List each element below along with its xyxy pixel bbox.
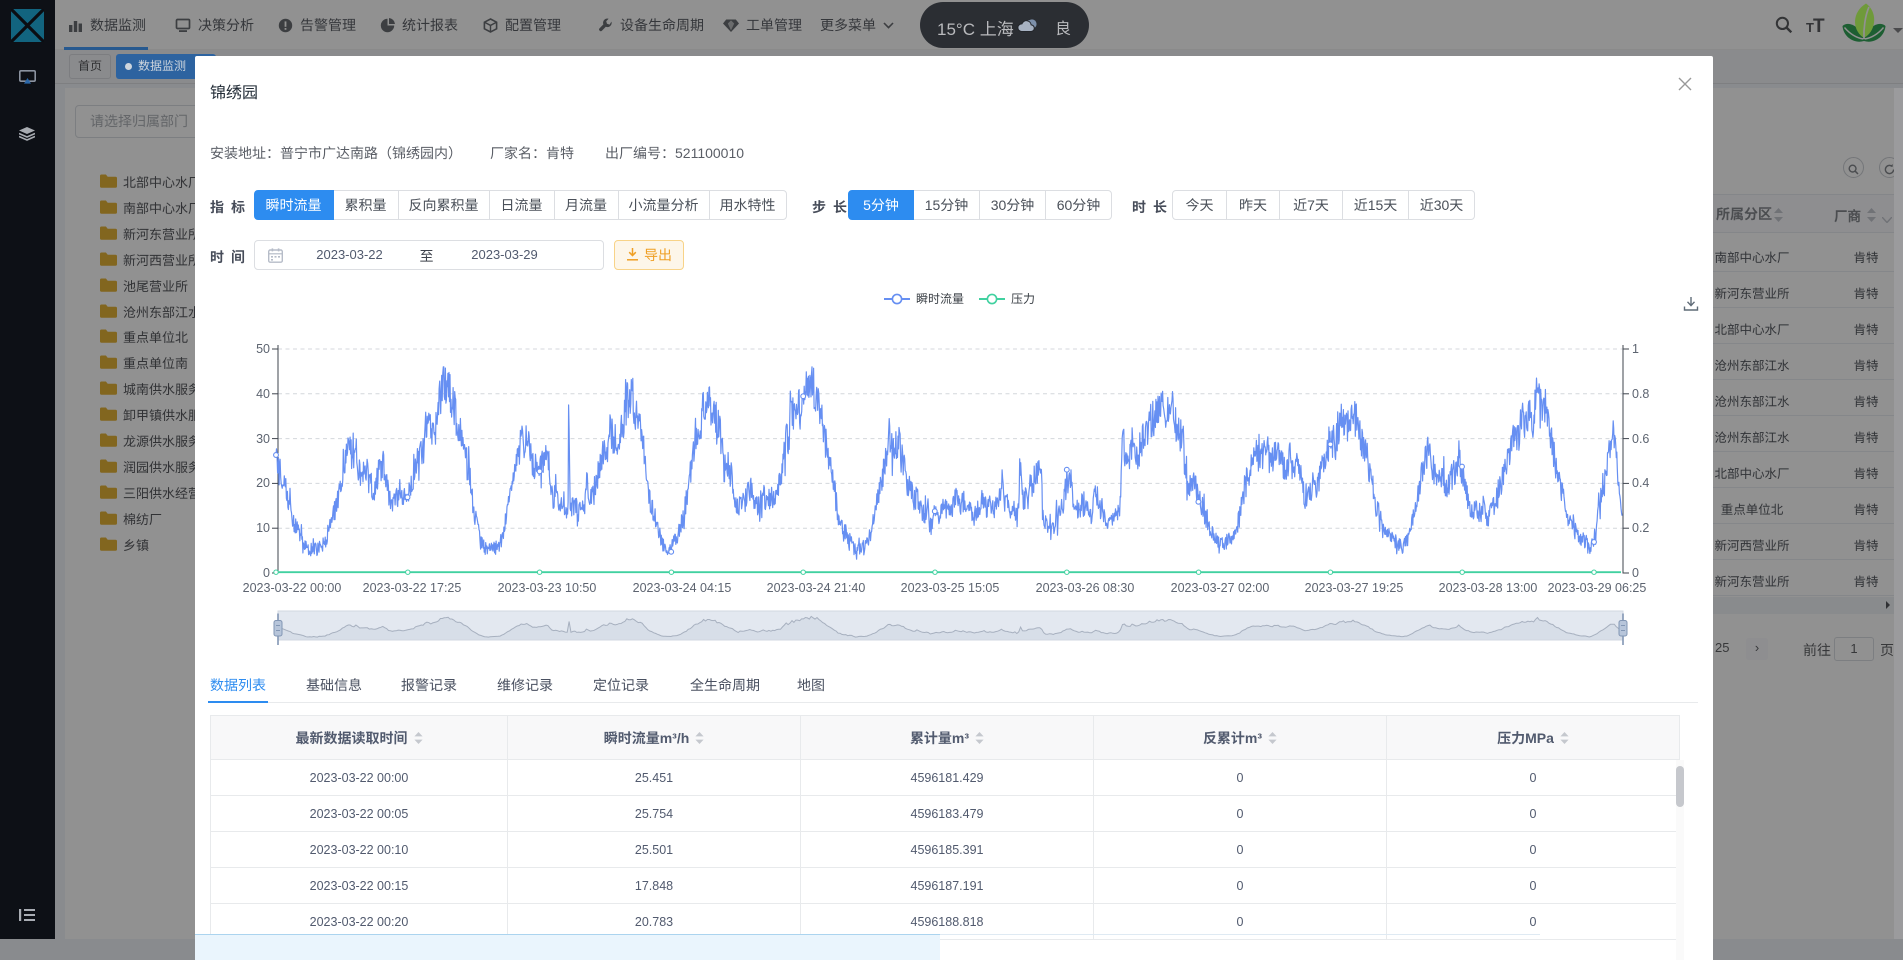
svg-text:2023-03-29 06:25: 2023-03-29 06:25 bbox=[1548, 581, 1647, 595]
svg-text:T: T bbox=[1813, 16, 1825, 35]
svg-text:2023-03-27 19:25: 2023-03-27 19:25 bbox=[1305, 581, 1404, 595]
svg-text:0.8: 0.8 bbox=[1632, 387, 1649, 401]
svg-text:2023-03-24 21:40: 2023-03-24 21:40 bbox=[767, 581, 866, 595]
svg-text:0: 0 bbox=[263, 566, 270, 580]
svg-text:30: 30 bbox=[256, 432, 270, 446]
svg-text:0.6: 0.6 bbox=[1632, 432, 1649, 446]
svg-text:2023-03-27 02:00: 2023-03-27 02:00 bbox=[1171, 581, 1270, 595]
svg-text:50: 50 bbox=[256, 342, 270, 356]
svg-text:2023-03-23 10:50: 2023-03-23 10:50 bbox=[498, 581, 597, 595]
svg-text:0.2: 0.2 bbox=[1632, 521, 1649, 535]
svg-text:10: 10 bbox=[256, 521, 270, 535]
svg-text:2023-03-22 00:00: 2023-03-22 00:00 bbox=[243, 581, 342, 595]
svg-text:2023-03-24 04:15: 2023-03-24 04:15 bbox=[633, 581, 732, 595]
svg-text:2023-03-22 17:25: 2023-03-22 17:25 bbox=[363, 581, 462, 595]
svg-text:0.4: 0.4 bbox=[1632, 476, 1649, 490]
svg-text:2023-03-26 08:30: 2023-03-26 08:30 bbox=[1036, 581, 1135, 595]
svg-text:0: 0 bbox=[1632, 566, 1639, 580]
svg-text:1: 1 bbox=[1632, 342, 1639, 356]
svg-text:2023-03-25 15:05: 2023-03-25 15:05 bbox=[901, 581, 1000, 595]
svg-text:20: 20 bbox=[256, 476, 270, 490]
svg-text:2023-03-28 13:00: 2023-03-28 13:00 bbox=[1439, 581, 1538, 595]
svg-text:40: 40 bbox=[256, 387, 270, 401]
